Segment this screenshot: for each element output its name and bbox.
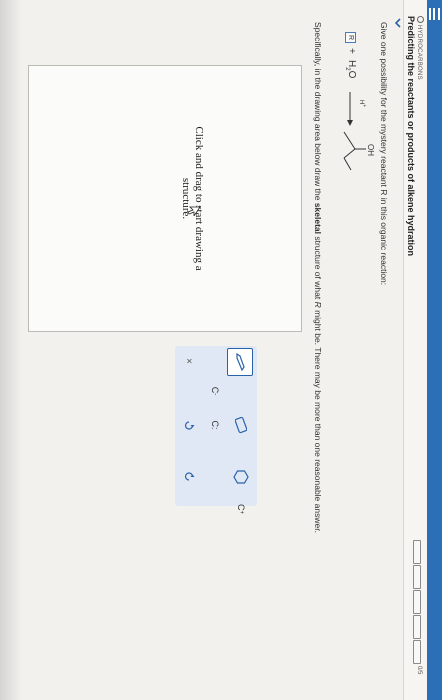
plus-sign: + xyxy=(346,48,357,54)
product-structure: OH xyxy=(343,131,375,171)
water-formula: H2O xyxy=(344,60,357,78)
drawing-toolbox: C + C- C: × xyxy=(175,346,257,528)
instruction-part: Specifically, in the drawing area below … xyxy=(313,22,323,203)
section-text: HYDROCARBONS xyxy=(416,25,422,80)
instruction-text: Specifically, in the drawing area below … xyxy=(313,22,323,533)
section-label: HYDROCARBONS xyxy=(416,16,424,80)
canvas-hint-line1: Click and drag to start drawing a xyxy=(193,126,205,271)
pencil-icon[interactable] xyxy=(227,348,253,376)
eraser-icon[interactable] xyxy=(229,412,253,438)
cursor-icon xyxy=(187,206,201,216)
menu-icon[interactable] xyxy=(429,8,440,20)
canvas-hint-line2: structure. xyxy=(180,177,192,220)
lone-pair-tool[interactable]: C: xyxy=(203,412,227,438)
reactant-box: R xyxy=(345,32,356,43)
instruction-bold: skeletal xyxy=(313,202,323,235)
top-bar xyxy=(427,0,442,700)
instruction-part: might be. There may be more than one rea… xyxy=(313,307,323,533)
photo-shadow xyxy=(0,0,22,700)
progress-segment xyxy=(413,615,421,639)
progress-segment xyxy=(413,590,421,614)
charge-plus-tool[interactable]: C + xyxy=(229,496,253,522)
photo-frame: HYDROCARBONS Predicting the reactants or… xyxy=(0,0,442,700)
progress-segment xyxy=(413,640,421,664)
redo-icon[interactable] xyxy=(177,464,201,490)
chevron-down-icon[interactable] xyxy=(394,18,402,28)
progress-segment xyxy=(413,540,421,564)
charge-minus-tool[interactable]: C- xyxy=(203,378,227,404)
product-oh-label: OH xyxy=(366,144,375,156)
catalyst-charge: + xyxy=(361,104,367,108)
reaction: R + H2O H+ OH xyxy=(332,32,376,172)
drawing-canvas[interactable]: Click and drag to start drawing a struct… xyxy=(28,65,302,332)
question-prompt: Give one possibility for the mystery rea… xyxy=(379,22,389,286)
undo-icon[interactable] xyxy=(177,412,201,438)
header: HYDROCARBONS Predicting the reactants or… xyxy=(403,0,427,700)
catalyst: H+ xyxy=(358,100,367,107)
canvas-hint: Click and drag to start drawing a struct… xyxy=(179,66,205,331)
progress-bar xyxy=(413,540,421,664)
charge-plus-sup: + xyxy=(238,510,244,514)
section-circle-icon xyxy=(417,16,424,23)
clear-icon[interactable]: × xyxy=(177,348,201,374)
progress-segment xyxy=(413,565,421,589)
progress-count: 0/5 xyxy=(416,666,422,675)
arrow-right-icon xyxy=(347,92,353,126)
templates-icon[interactable] xyxy=(229,464,253,490)
screen: HYDROCARBONS Predicting the reactants or… xyxy=(0,0,442,700)
page-title: Predicting the reactants or products of … xyxy=(406,16,416,257)
instruction-part: structure of what xyxy=(313,234,323,302)
water-o: O xyxy=(346,70,357,79)
charge-minus-sup: - xyxy=(212,393,218,396)
